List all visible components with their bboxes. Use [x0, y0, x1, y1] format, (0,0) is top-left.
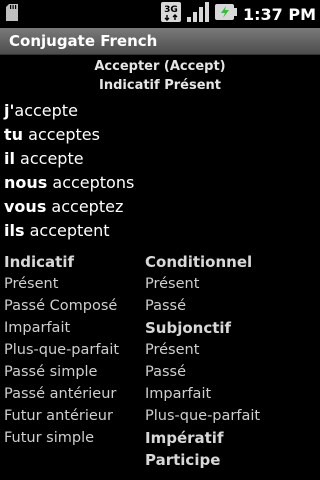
conjugation-row-tu: tu acceptes: [4, 123, 320, 147]
heading-imperatif[interactable]: Impératif: [145, 427, 315, 449]
conjugation-row-je: j'accepte: [4, 99, 320, 123]
verb-header: Accepter (Accept) Indicatif Présent: [0, 57, 320, 95]
verb-form: acceptent: [24, 221, 110, 240]
pronoun: il: [4, 149, 15, 168]
tense-link-indicatif-passe-simple[interactable]: Passé simple: [4, 361, 145, 383]
verb-form: acceptez: [46, 197, 124, 216]
verb-form: acceptes: [23, 125, 100, 144]
conjugation-row-nous: nous acceptons: [4, 171, 320, 195]
sd-card-icon: [6, 4, 18, 25]
tense-link-indicatif-futur-simple[interactable]: Futur simple: [4, 427, 145, 449]
tense-link-subjonctif-imparfait[interactable]: Imparfait: [145, 383, 315, 405]
conjugation-row-vous: vous acceptez: [4, 195, 320, 219]
pronoun: tu: [4, 125, 24, 144]
tense-link-indicatif-passe-compose[interactable]: Passé Composé: [4, 295, 145, 317]
tense-link-subjonctif-plus-que-parfait[interactable]: Plus-que-parfait: [145, 405, 315, 427]
conjugation-row-il: il accepte: [4, 147, 320, 171]
conjugation-table: j'accepte tu acceptes il accepte nous ac…: [0, 99, 320, 243]
verb-form: accepte: [14, 101, 78, 120]
network-type-label: 3G: [164, 5, 178, 15]
tense-link-subjonctif-passe[interactable]: Passé: [145, 361, 315, 383]
conjugation-row-ils: ils acceptent: [4, 219, 320, 243]
signal-icon: [186, 2, 209, 26]
tense-link-subjonctif-present[interactable]: Présent: [145, 339, 315, 361]
status-clock: 1:37 PM: [242, 4, 316, 24]
tense-link-indicatif-present[interactable]: Présent: [4, 273, 145, 295]
app-title: Conjugate French: [9, 32, 158, 50]
tense-menu-left-column: Indicatif Présent Passé Composé Imparfai…: [4, 251, 145, 471]
pronoun: nous: [4, 173, 48, 192]
status-bar: 3G 1:37 PM: [0, 0, 320, 28]
tense-link-indicatif-imparfait[interactable]: Imparfait: [4, 317, 145, 339]
app-title-bar: Conjugate French: [0, 28, 320, 55]
tense-link-indicatif-passe-anterieur[interactable]: Passé antérieur: [4, 383, 145, 405]
heading-subjonctif: Subjonctif: [145, 319, 232, 337]
tense-link-conditionnel-present[interactable]: Présent: [145, 273, 315, 295]
pronoun: ils: [4, 221, 25, 240]
3g-data-icon: 3G: [160, 2, 181, 26]
heading-indicatif: Indicatif: [4, 253, 74, 271]
heading-conditionnel: Conditionnel: [145, 253, 253, 271]
tense-title: Indicatif Présent: [99, 78, 221, 93]
tense-link-conditionnel-passe[interactable]: Passé: [145, 295, 315, 317]
heading-participe[interactable]: Participe: [145, 449, 315, 471]
verb-form: accepte: [14, 149, 84, 168]
pronoun: vous: [4, 197, 47, 216]
tense-menu: Indicatif Présent Passé Composé Imparfai…: [0, 251, 320, 471]
tense-link-indicatif-futur-anterieur[interactable]: Futur antérieur: [4, 405, 145, 427]
tense-menu-right-column: Conditionnel Présent Passé Subjonctif Pr…: [145, 251, 315, 471]
verb-title: Accepter (Accept): [94, 59, 226, 74]
pronoun: j': [4, 101, 15, 120]
battery-icon: [214, 3, 237, 25]
verb-form: acceptons: [47, 173, 135, 192]
tense-link-indicatif-plus-que-parfait[interactable]: Plus-que-parfait: [4, 339, 145, 361]
